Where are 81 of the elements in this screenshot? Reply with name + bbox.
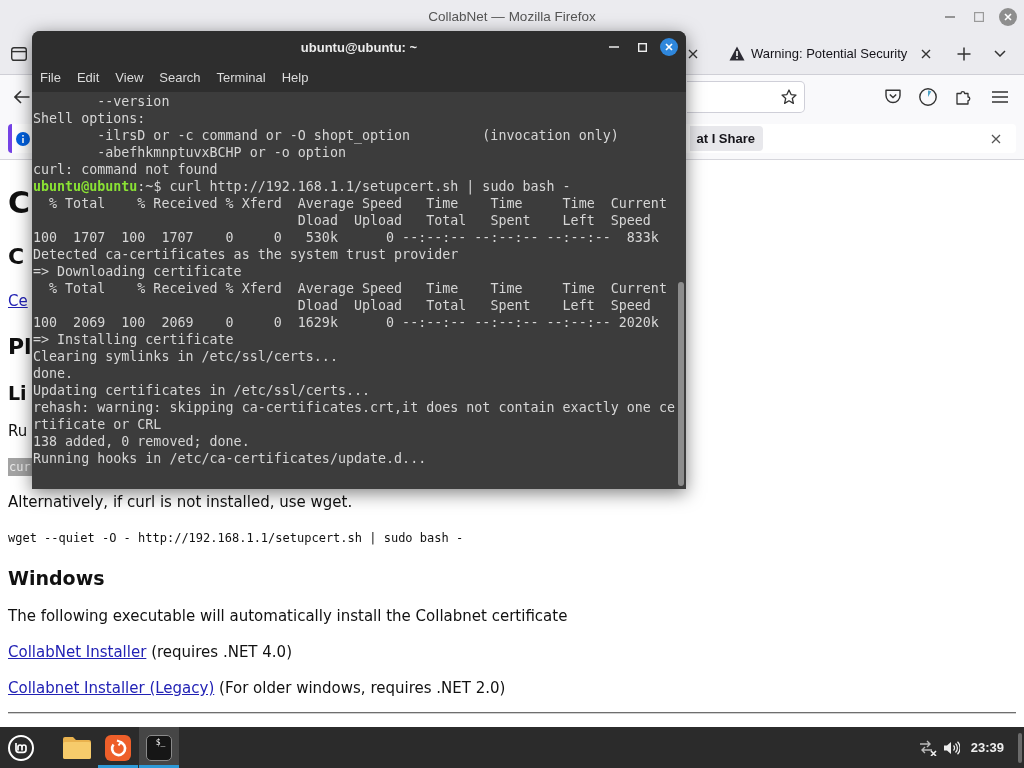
- chevron-down-icon: [994, 50, 1006, 57]
- terminal-output-line: % Total % Received % Xferd Average Speed Time Time Time Current: [49, 195, 667, 212]
- terminal-title: ubuntu@ubuntu: ~: [300, 39, 418, 55]
- terminal-output-line: rtificate or CRL: [33, 416, 162, 433]
- paragraph: Alternatively, if curl is not installed, use wget.: [8, 492, 353, 512]
- close-icon: [991, 133, 1001, 144]
- maximize-icon: [974, 11, 984, 22]
- terminal-output-line: rehash: warning: skipping ca-certificates.crt,it does not contain exactly one ce: [33, 399, 675, 416]
- requirement-note: (requires .NET 4.0): [151, 643, 292, 661]
- terminal-output-line: Running hooks in /etc/ca-certificates/update.d...: [33, 450, 427, 467]
- terminal-output-line: Shell options:: [33, 110, 146, 127]
- browser-icon: [105, 734, 131, 761]
- close-icon: [660, 38, 678, 56]
- section-heading: Pl: [8, 333, 32, 361]
- dial-icon: [919, 87, 937, 106]
- box-icon: [11, 46, 27, 61]
- warning-icon: [729, 46, 745, 61]
- browser-tab[interactable]: Warning: Potential Security: [727, 36, 942, 71]
- terminal-icon: $_: [146, 734, 172, 761]
- show-desktop-button[interactable]: [1018, 732, 1022, 763]
- paragraph: Ru: [8, 421, 28, 441]
- code-snippet: cur: [8, 458, 32, 476]
- puzzle-icon: [956, 88, 972, 105]
- menu-icon: [992, 90, 1008, 103]
- folder-icon: [63, 736, 91, 759]
- tab-title: Warning: Potential Security: [751, 46, 908, 61]
- close-icon: [921, 48, 931, 59]
- address-field[interactable]: [687, 80, 805, 113]
- menu-item[interactable]: Terminal: [208, 63, 274, 92]
- requirement-note: (For older windows, requires .NET 2.0): [219, 679, 506, 697]
- logo-icon: [8, 734, 34, 761]
- menu-item[interactable]: View: [107, 63, 152, 92]
- close-icon: [688, 48, 698, 59]
- terminal-output-line: --version: [97, 93, 170, 110]
- terminal-output-line: Dload Upload Total Spent Left Speed: [297, 297, 651, 314]
- window-title: CollabNet — Mozilla Firefox: [428, 9, 596, 24]
- terminal-output-line: -abefhkmnptuvxBCHP or -o option: [97, 144, 346, 161]
- terminal-command-line: ubuntu@ubuntu:~$ curl http://192.168.1.1/setupcert.sh | sudo bash -: [33, 178, 571, 195]
- plus-icon: [957, 46, 971, 61]
- link[interactable]: Ce: [8, 291, 28, 311]
- installer-link[interactable]: CollabNet Installer: [8, 643, 147, 661]
- choose-data-button[interactable]: at I Share: [690, 126, 763, 151]
- installer-link[interactable]: Collabnet Installer (Legacy): [8, 679, 215, 697]
- subsection-heading: Windows: [8, 566, 105, 590]
- terminal-output-line: => Installing certificate: [33, 331, 234, 348]
- menu-item[interactable]: Edit: [68, 63, 108, 92]
- minimize-icon: [609, 46, 619, 48]
- terminal-output-line: % Total % Received % Xferd Average Speed Time Time Time Current: [49, 280, 667, 297]
- terminal-output-line: -ilrsD or -c command or -O shopt_option (invocation only): [97, 127, 619, 144]
- account-button[interactable]: [918, 86, 938, 107]
- back-arrow-icon: [14, 89, 30, 104]
- menu-item[interactable]: File: [32, 63, 69, 92]
- terminal-output-line: => Downloading certificate: [33, 263, 242, 280]
- terminal-output-line: 100 2069 100 2069 0 0 1629k 0 --:--:-- --:--:-- --:--:-- 2020k: [33, 314, 659, 331]
- info-icon: [16, 131, 30, 146]
- network-disconnected-icon: [918, 739, 937, 756]
- terminal-output-line: curl: command not found: [33, 161, 218, 178]
- page-heading: C: [8, 185, 31, 221]
- close-button[interactable]: [660, 38, 678, 56]
- subsection-heading: Li: [8, 381, 27, 405]
- terminal-output-line: Clearing symlinks in /etc/ssl/certs...: [33, 348, 338, 365]
- pocket-icon: [885, 89, 901, 104]
- taskbar-app-button[interactable]: $_: [139, 727, 179, 768]
- terminal-output-line: Dload Upload Total Spent Left Speed: [297, 212, 651, 229]
- maximize-icon: [637, 42, 647, 52]
- command-text: wget --quiet -O - http://192.168.1.1/setupcert.sh | sudo bash -: [8, 530, 464, 546]
- terminal-output-line: done.: [33, 365, 74, 382]
- terminal-output-line: Updating certificates in /etc/ssl/certs...: [33, 382, 371, 399]
- paragraph: The following executable will automatically install the Collabnet certificate: [8, 606, 568, 626]
- terminal-output-line: Detected ca-certificates as the system trust provider: [33, 246, 459, 263]
- minimize-icon: [945, 15, 955, 18]
- menu-item[interactable]: Help: [273, 63, 317, 92]
- close-icon: [999, 7, 1017, 26]
- clock: 23:39: [970, 740, 1004, 755]
- terminal-output-line: 100 1707 100 1707 0 0 530k 0 --:--:-- --:--:-- --:--:-- 833k: [33, 229, 659, 246]
- scrollbar-thumb[interactable]: [678, 282, 684, 486]
- section-heading: C: [8, 243, 25, 271]
- terminal-output-line: 138 added, 0 removed; done.: [33, 433, 250, 450]
- menu-item[interactable]: Search: [151, 63, 209, 92]
- star-icon: [781, 88, 797, 105]
- volume-icon: [943, 740, 960, 755]
